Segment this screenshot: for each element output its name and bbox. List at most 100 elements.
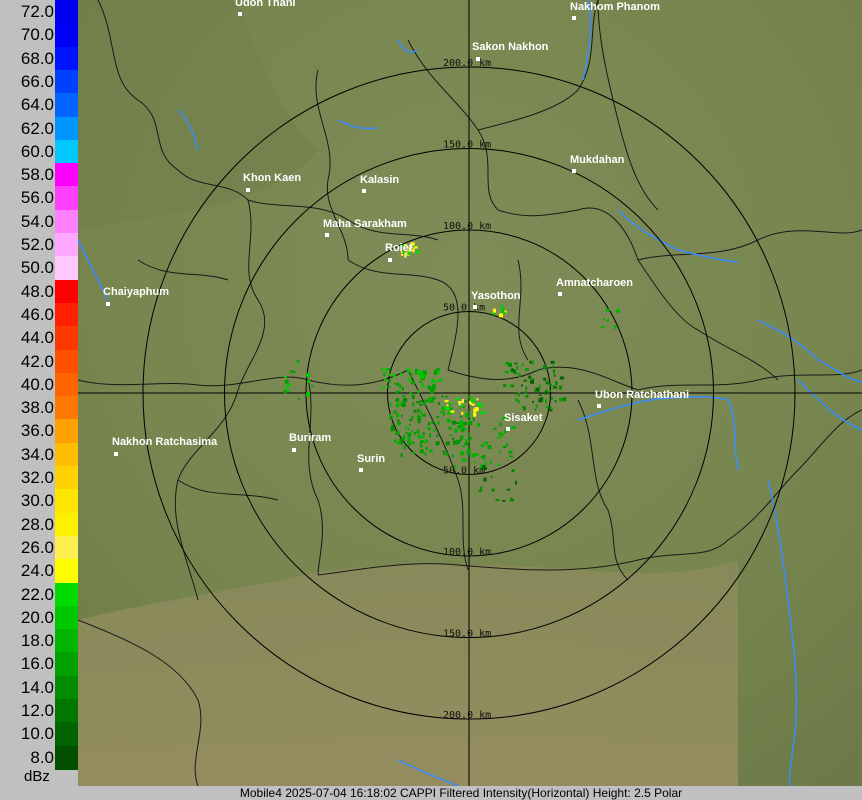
echo-pixel (517, 392, 520, 397)
echo-pixel (419, 381, 422, 383)
legend-swatch (55, 116, 78, 141)
echo-pixel (531, 360, 534, 365)
echo-pixel (456, 422, 460, 424)
echo-pixel (443, 450, 446, 455)
echo-pixel (393, 439, 397, 443)
status-footer: Mobile4 2025-07-04 16:18:02 CAPPI Filter… (0, 786, 862, 800)
echo-pixel (480, 445, 485, 447)
legend-row: 58.0 (0, 163, 78, 188)
city-dot (388, 258, 392, 262)
echo-pixel (562, 397, 567, 402)
echo-pixel (535, 404, 538, 408)
echo-pixel (427, 385, 432, 390)
echo-pixel (473, 408, 477, 413)
city-dot (106, 302, 110, 306)
echo-pixel (413, 409, 417, 413)
echo-pixel (550, 396, 553, 400)
echo-pixel (397, 422, 402, 425)
city-label: Udon Thani (235, 0, 296, 9)
city-dot (473, 305, 477, 309)
echo-pixel (428, 396, 432, 401)
echo-pixel (397, 419, 400, 423)
echo-pixel (530, 379, 534, 384)
legend-label: 58.0 (20, 165, 54, 185)
legend-swatch (55, 0, 78, 24)
echo-pixel (436, 415, 440, 418)
legend-label: 24.0 (20, 561, 54, 581)
legend-label: 32.0 (20, 468, 54, 487)
echo-pixel (505, 443, 509, 446)
echo-pixel (497, 463, 501, 466)
echo-pixel (405, 426, 407, 429)
echo-pixel (407, 444, 410, 447)
echo-pixel (478, 489, 482, 492)
echo-pixel (462, 404, 464, 407)
echo-pixel (408, 438, 412, 442)
legend-swatch (55, 419, 78, 444)
city-label: Sisaket (504, 412, 543, 424)
echo-pixel (509, 384, 513, 388)
echo-pixel (311, 385, 314, 388)
echo-pixel (419, 442, 422, 447)
legend-swatch (55, 46, 78, 71)
legend-row: 44.0 (0, 326, 78, 351)
echo-pixel (455, 397, 460, 400)
echo-pixel (459, 421, 464, 426)
echo-pixel (445, 441, 450, 446)
echo-pixel (407, 427, 410, 430)
echo-pixel (525, 394, 529, 398)
legend-row: 64.0 (0, 93, 78, 118)
legend-row: 8.0 (0, 745, 78, 770)
echo-pixel (549, 389, 551, 392)
range-ring-label: 50.0 km (443, 466, 485, 477)
legend-label: 28.0 (20, 514, 54, 534)
legend-row: 20.0 (0, 605, 78, 630)
legend-swatch (55, 605, 78, 630)
echo-pixel (410, 373, 413, 378)
echo-pixel (521, 384, 523, 387)
echo-pixel (284, 387, 289, 390)
echo-pixel (461, 399, 464, 403)
echo-pixel (553, 369, 555, 374)
echo-pixel (403, 435, 405, 440)
legend-label: 72.0 (20, 2, 54, 21)
echo-pixel (428, 449, 433, 453)
echo-pixel (387, 386, 391, 388)
range-ring-label: 150.0 km (443, 629, 491, 640)
echo-pixel (433, 429, 436, 432)
echo-pixel (421, 383, 424, 388)
echo-pixel (422, 432, 425, 436)
legend-row: 60.0 (0, 139, 78, 164)
echo-pixel (498, 432, 502, 436)
legend-swatch (55, 559, 78, 584)
city-dot (558, 292, 562, 296)
echo-pixel (554, 386, 558, 389)
legend-label: 50.0 (20, 258, 54, 278)
echo-pixel (602, 318, 605, 321)
echo-pixel (395, 431, 400, 436)
legend-swatch (55, 745, 78, 770)
echo-pixel (405, 432, 408, 435)
echo-pixel (531, 400, 534, 403)
echo-pixel (615, 308, 620, 313)
echo-pixel (529, 360, 532, 364)
echo-pixel (528, 375, 532, 379)
city-dot (476, 57, 480, 61)
echo-pixel (414, 370, 417, 375)
echo-pixel (408, 424, 411, 426)
echo-pixel (417, 415, 422, 420)
legend-row: 24.0 (0, 559, 78, 584)
legend-label: 26.0 (20, 537, 54, 557)
echo-pixel (518, 373, 521, 378)
echo-pixel (458, 402, 461, 406)
echo-pixel (454, 428, 458, 433)
echo-pixel (428, 422, 430, 426)
echo-pixel (457, 425, 462, 429)
legend-swatch (55, 279, 78, 304)
echo-pixel (401, 253, 404, 256)
echo-pixel (507, 488, 511, 491)
echo-pixel (502, 499, 506, 502)
radar-map[interactable]: 50.0 km 50.0 km 100.0 km 100.0 km 150.0 km 15… (78, 0, 862, 786)
echo-pixel (613, 324, 617, 329)
echo-pixel (540, 397, 543, 401)
